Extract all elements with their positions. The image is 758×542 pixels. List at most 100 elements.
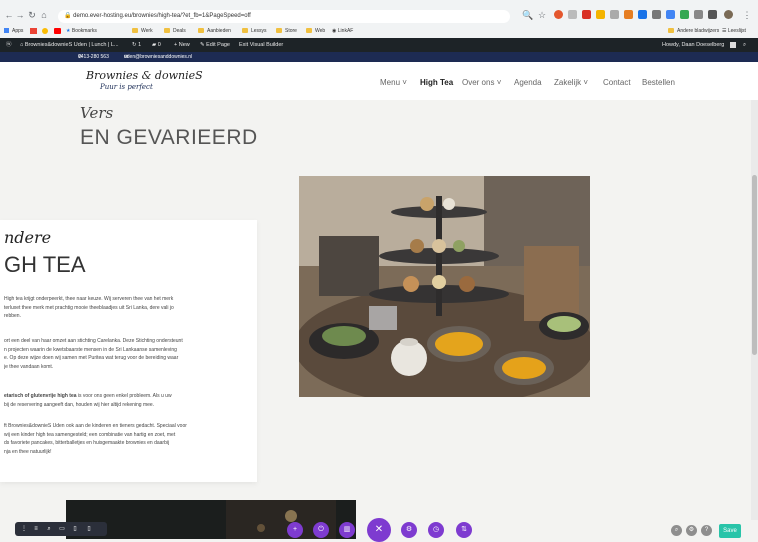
nav-agenda[interactable]: Agenda	[514, 78, 542, 87]
back-icon[interactable]: ←	[4, 9, 14, 21]
url-text: demo.ever-hosting.eu/brownies/high-tea/?…	[73, 13, 251, 19]
nav-high-tea[interactable]: High Tea	[420, 78, 453, 87]
phone-view-icon[interactable]: ▯	[86, 525, 92, 533]
layers-icon[interactable]: ≡	[33, 525, 39, 533]
transfer-icon: ⇅	[461, 526, 467, 533]
card-script-heading: ndere	[4, 228, 52, 247]
search-button[interactable]: ⌕	[671, 525, 682, 536]
admin-new[interactable]: + New	[174, 38, 190, 52]
portability-button[interactable]: ⇅	[456, 522, 472, 538]
extension-icon[interactable]	[694, 10, 703, 19]
clear-layout-button[interactable]: ▥	[339, 522, 355, 538]
admin-exit-builder[interactable]: Exit Visual Builder	[239, 38, 283, 52]
nav-over-ons[interactable]: Over ons ˅	[462, 78, 501, 87]
reload-icon[interactable]: ↻	[27, 9, 37, 21]
bookmark-icon[interactable]	[42, 28, 48, 34]
plus-icon: +	[292, 526, 298, 533]
bookmark-folder[interactable]: Werk	[132, 27, 153, 36]
folder-icon	[198, 28, 204, 34]
extension-icon[interactable]	[610, 10, 619, 19]
bookmark-apps[interactable]: Apps	[4, 27, 23, 36]
gear-icon: ⚙	[688, 527, 695, 533]
help-button[interactable]: ?	[701, 525, 712, 536]
extension-icon[interactable]	[666, 10, 675, 19]
card-heading: GH TEA	[4, 252, 86, 277]
more-menu-icon[interactable]: ⋮	[742, 9, 752, 21]
nav-contact[interactable]: Contact	[603, 78, 631, 87]
admin-comments[interactable]: ▰ 0	[152, 38, 161, 52]
puzzle-icon[interactable]	[708, 10, 717, 19]
logo-tagline: Puur is perfect	[100, 83, 153, 91]
tablet-view-icon[interactable]: ▯	[72, 525, 78, 533]
power-icon: ⏻	[318, 526, 324, 533]
page-settings-button[interactable]: ⚙	[401, 522, 417, 538]
section-heading: EN GEVARIEERD	[80, 126, 258, 149]
card-paragraph-3: etarisch of glutenvrije high tea is voor…	[4, 392, 256, 409]
gear-icon: ⚙	[405, 526, 413, 533]
desktop-view-icon[interactable]: ▭	[59, 525, 65, 533]
bookmark-folder[interactable]: Aanbieden	[198, 27, 231, 36]
settings-button[interactable]: ⚙	[686, 525, 697, 536]
extension-icon[interactable]	[596, 10, 605, 19]
bookmark-reading-list[interactable]: ☰ Leeslijst	[722, 27, 746, 36]
more-options-icon[interactable]: ⋮	[21, 525, 27, 533]
extension-icon[interactable]	[638, 10, 647, 19]
nav-bestellen[interactable]: Bestellen	[642, 78, 675, 87]
load-layout-button[interactable]: ⏻	[313, 522, 329, 538]
lock-icon: 🔒	[64, 13, 74, 19]
apps-grid-icon	[4, 28, 9, 34]
youtube-icon[interactable]	[54, 28, 61, 34]
star-icon[interactable]: ☆	[537, 9, 547, 21]
restaurant-photo	[66, 500, 356, 539]
search-icon[interactable]: 🔍	[522, 9, 533, 21]
add-module-button[interactable]: +	[287, 522, 303, 538]
extension-icon[interactable]	[680, 10, 689, 19]
extension-icon[interactable]	[568, 10, 577, 19]
bookmark-link[interactable]: ◉ LinkAF	[332, 27, 353, 36]
bookmark-other[interactable]: Andere bladwijzers	[668, 27, 719, 36]
extension-icon[interactable]	[582, 10, 591, 19]
folder-icon	[276, 28, 282, 34]
card-paragraph-2: ort een deel van haar omzet aan stichtin…	[4, 338, 183, 370]
bookmark-folder[interactable]: Deals	[164, 27, 186, 36]
bookmark-bookmarks[interactable]: ★ Bookmarks	[66, 27, 97, 36]
zoom-icon[interactable]: ⌕	[46, 525, 52, 533]
extension-icon[interactable]	[624, 10, 633, 19]
forward-icon[interactable]: →	[15, 9, 25, 21]
bookmark-folder[interactable]: Lessys	[242, 27, 267, 36]
folder-icon	[668, 28, 674, 34]
admin-updates[interactable]: ↻ 1	[132, 38, 141, 52]
close-builder-button[interactable]: ✕	[367, 518, 391, 542]
scrollbar-thumb[interactable]	[752, 175, 757, 355]
address-bar[interactable]: 🔒 demo.ever-hosting.eu/brownies/high-tea…	[58, 10, 510, 23]
folder-icon	[242, 28, 248, 34]
chevron-down-icon: ˅	[400, 78, 407, 87]
admin-site-link[interactable]: ⌂ Brownies&downieS Uden | Lunch | L...	[20, 38, 119, 52]
extension-opera-icon[interactable]	[554, 10, 563, 19]
extension-icon[interactable]	[652, 10, 661, 19]
search-icon[interactable]: ⌕	[743, 38, 746, 52]
nav-zakelijk[interactable]: Zakelijk ˅	[554, 78, 588, 87]
gmail-icon[interactable]	[30, 28, 37, 34]
wordpress-icon[interactable]: ⓦ	[6, 38, 12, 52]
history-button[interactable]: ◷	[428, 522, 444, 538]
avatar[interactable]	[730, 42, 736, 48]
help-icon: ?	[704, 527, 709, 533]
bookmark-folder[interactable]: Web	[306, 27, 325, 36]
card-paragraph-1: High tea krijgt onderpeerkt, thee naar k…	[4, 296, 174, 319]
save-button[interactable]: Save	[719, 524, 741, 538]
bookmark-folder[interactable]: Store	[276, 27, 297, 36]
search-icon: ⌕	[674, 527, 679, 533]
folder-icon	[306, 28, 312, 34]
high-tea-photo	[299, 176, 590, 397]
home-icon[interactable]: ⌂	[39, 9, 49, 21]
nav-menu[interactable]: Menu ˅	[380, 78, 407, 87]
admin-howdy[interactable]: Howdy, Daan Doeselberg	[662, 38, 724, 52]
chevron-down-icon: ˅	[494, 78, 502, 87]
trash-icon: ▥	[343, 526, 351, 533]
avatar[interactable]	[724, 10, 733, 19]
folder-icon	[132, 28, 138, 34]
card-paragraph-3-bold: etarisch of glutenvrije high tea	[4, 393, 77, 399]
admin-edit-page[interactable]: ✎ Edit Page	[200, 38, 230, 52]
site-logo[interactable]: Brownies & downieS	[86, 69, 203, 82]
